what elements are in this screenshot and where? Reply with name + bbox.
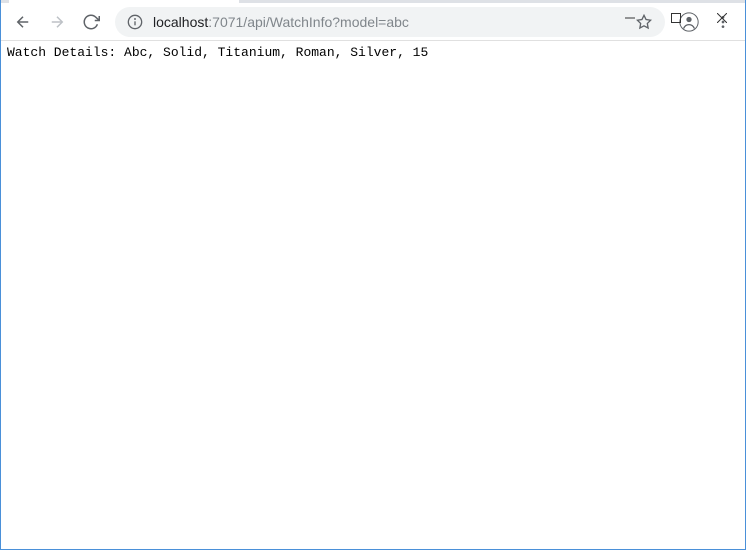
back-button[interactable] (7, 6, 39, 38)
browser-tab[interactable]: localhost:7071/api/WatchInfo?model=abc (9, 0, 239, 3)
window-close-button[interactable] (699, 1, 745, 35)
page-body-text: Watch Details: Abc, Solid, Titanium, Rom… (1, 41, 745, 64)
address-bar[interactable]: localhost:7071/api/WatchInfo?model=abc (115, 7, 665, 37)
url-text: localhost:7071/api/WatchInfo?model=abc (153, 14, 625, 30)
forward-button[interactable] (41, 6, 73, 38)
new-tab-button[interactable] (245, 0, 273, 2)
window-maximize-button[interactable] (653, 1, 699, 35)
site-info-icon[interactable] (127, 14, 143, 30)
window-minimize-button[interactable] (607, 1, 653, 35)
reload-button[interactable] (75, 6, 107, 38)
